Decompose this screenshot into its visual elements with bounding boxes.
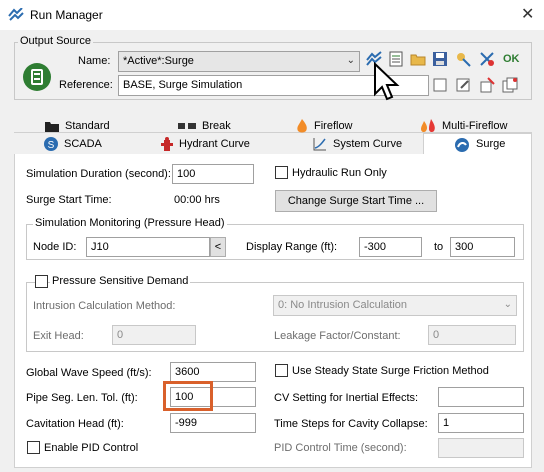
cavitation-input[interactable]: -999	[170, 413, 256, 433]
hydraulic-run-only-label: Hydraulic Run Only	[292, 167, 387, 179]
name-select[interactable]: *Active*:Surge ⌄	[118, 51, 360, 72]
name-select-value: *Active*:Surge	[123, 55, 194, 67]
leakage-input[interactable]: 0	[428, 325, 516, 345]
output-source-label: Output Source	[18, 35, 93, 47]
node-id-label: Node ID:	[33, 241, 77, 253]
close-button[interactable]: ✕	[521, 4, 534, 24]
mouse-cursor-icon	[374, 62, 400, 101]
rename-icon[interactable]	[479, 77, 495, 93]
to-label: to	[434, 241, 444, 253]
chevron-down-icon: ⌄	[503, 299, 512, 310]
tab-hydrant-curve[interactable]: Hydrant Curve	[161, 135, 250, 153]
tab-fireflow[interactable]: Fireflow	[296, 117, 353, 135]
steady-state-label: Use Steady State Surge Friction Method	[292, 365, 489, 377]
surge-start-label: Surge Start Time:	[26, 194, 112, 206]
change-surge-start-button[interactable]: Change Surge Start Time ...	[275, 190, 437, 212]
pipe-seg-label: Pipe Seg. Len. Tol. (ft):	[26, 392, 138, 404]
steady-state-checkbox[interactable]	[275, 364, 288, 377]
options-icon[interactable]	[455, 51, 471, 67]
open-folder-icon[interactable]	[410, 51, 426, 67]
copy-icon[interactable]	[502, 77, 518, 93]
cv-setting-input[interactable]	[438, 387, 524, 407]
range-to-input[interactable]: 300	[450, 237, 515, 257]
chevron-down-icon: ⌄	[346, 55, 355, 66]
multi-flame-icon	[421, 119, 435, 133]
delete-icon[interactable]	[479, 51, 495, 67]
global-wave-speed-input[interactable]: 3600	[170, 362, 256, 382]
surge-icon	[455, 138, 469, 152]
folder-icon	[45, 122, 59, 133]
name-label: Name:	[78, 55, 111, 67]
flame-icon	[297, 119, 307, 133]
exit-head-label: Exit Head:	[33, 330, 84, 342]
intrusion-label: Intrusion Calculation Method:	[33, 300, 176, 312]
node-id-input[interactable]: J10	[86, 237, 210, 257]
compute-icon[interactable]	[23, 63, 51, 91]
pipe-break-icon	[178, 123, 196, 130]
tab-scada[interactable]: S SCADA	[44, 135, 102, 153]
leakage-label: Leakage Factor/Constant:	[274, 330, 401, 342]
monitoring-group-label: Simulation Monitoring (Pressure Head)	[33, 217, 227, 229]
tab-surge[interactable]: Surge	[423, 133, 532, 155]
pid-time-label: PID Control Time (second):	[274, 442, 407, 454]
enable-pid-label: Enable PID Control	[44, 442, 139, 454]
pid-time-input[interactable]	[438, 438, 524, 458]
time-steps-label: Time Steps for Cavity Collapse:	[274, 418, 428, 430]
edit-icon[interactable]	[455, 77, 471, 93]
highlight-box	[163, 381, 213, 411]
sim-duration-input[interactable]: 100	[172, 164, 254, 184]
new-icon[interactable]	[432, 77, 448, 93]
cv-setting-label: CV Setting for Inertial Effects:	[274, 392, 419, 404]
curve-icon	[313, 138, 326, 151]
time-steps-input[interactable]: 1	[438, 413, 524, 433]
pressure-demand-checkbox[interactable]	[35, 275, 48, 288]
global-wave-speed-label: Global Wave Speed (ft/s):	[26, 367, 152, 379]
app-icon	[8, 8, 24, 21]
tab-standard[interactable]: Standard	[45, 117, 110, 135]
window-title: Run Manager	[30, 8, 103, 22]
cavitation-label: Cavitation Head (ft):	[26, 418, 124, 430]
scada-icon: S	[44, 137, 58, 152]
tab-break[interactable]: Break	[178, 117, 231, 135]
display-range-label: Display Range (ft):	[246, 241, 338, 253]
intrusion-select[interactable]: 0: No Intrusion Calculation ⌄	[273, 295, 517, 316]
hydrant-icon	[161, 137, 173, 152]
ok-button[interactable]: OK	[503, 53, 520, 65]
enable-pid-checkbox[interactable]	[27, 441, 40, 454]
hydraulic-run-only-checkbox[interactable]	[275, 166, 288, 179]
range-from-input[interactable]: -300	[359, 237, 422, 257]
node-picker-button[interactable]: <	[210, 237, 226, 257]
intrusion-select-value: 0: No Intrusion Calculation	[278, 299, 408, 311]
surge-start-value: 00:00 hrs	[174, 194, 220, 206]
tab-system-curve[interactable]: System Curve	[313, 135, 402, 153]
reference-label: Reference:	[59, 79, 113, 91]
sim-duration-label: Simulation Duration (second):	[26, 168, 171, 180]
save-icon[interactable]	[432, 51, 448, 67]
svg-text:S: S	[48, 140, 55, 151]
pressure-demand-label: Pressure Sensitive Demand	[50, 275, 191, 287]
exit-head-input[interactable]: 0	[112, 325, 196, 345]
